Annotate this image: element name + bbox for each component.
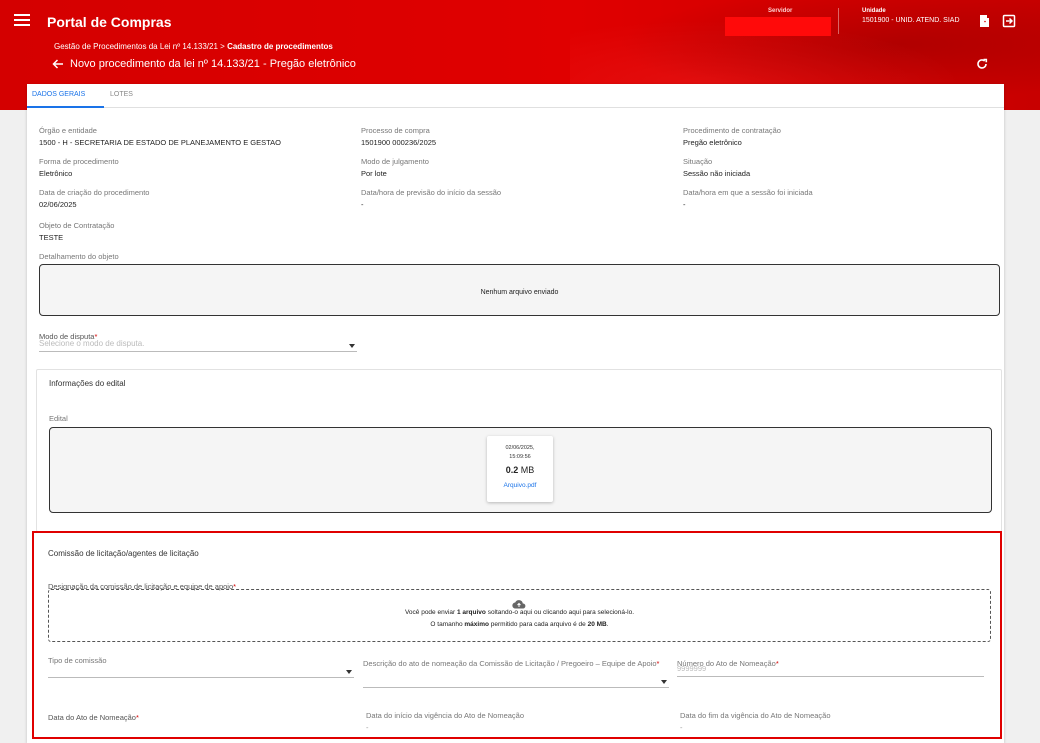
field-previsao-inicio: Data/hora de previsão do início da sessã… <box>361 188 501 209</box>
door-icon[interactable] <box>976 13 992 29</box>
page-title: Novo procedimento da lei nº 14.133/21 - … <box>70 58 356 70</box>
field-label: Situação <box>683 157 713 166</box>
field-situacao: Situação Sessão não iniciada <box>683 157 750 178</box>
caret-down-icon <box>349 344 355 348</box>
field-label: Forma de procedimento <box>39 157 119 166</box>
tab-bar: DADOS GERAIS LOTES <box>27 84 1004 108</box>
field-value: 1500 - H - SECRETARIA DE ESTADO DE PLANE… <box>39 138 282 147</box>
field-value: 1501900 000236/2025 <box>361 138 437 147</box>
breadcrumb-parent[interactable]: Gestão de Procedimentos da Lei nº 14.133… <box>54 42 225 51</box>
field-processo: Processo de compra 1501900 000236/2025 <box>361 126 436 147</box>
field-label: Processo de compra <box>361 126 430 135</box>
field-label: Data de criação do procedimento <box>39 188 150 197</box>
edital-label: Edital <box>49 414 68 423</box>
field-value: Pregão eletrônico <box>683 138 742 147</box>
modo-disputa-select[interactable]: Selecione o modo de disputa. <box>39 339 357 352</box>
dropzone-empty-text: Nenhum arquivo enviado <box>480 289 559 296</box>
field-value: TESTE <box>39 233 64 242</box>
field-label: Órgão e entidade <box>39 126 97 135</box>
logout-icon[interactable] <box>1001 13 1017 29</box>
edital-section: Informações do edital Edital 02/06/2025,… <box>36 369 1002 532</box>
field-label: Data/hora em que a sessão foi iniciada <box>683 188 813 197</box>
arrow-back-icon[interactable] <box>51 57 65 71</box>
breadcrumb: Gestão de Procedimentos da Lei nº 14.133… <box>54 42 333 51</box>
field-value: Por lote <box>361 169 387 178</box>
unit-value: 1501900 - UNID. ATEND. SIAD <box>862 17 960 24</box>
field-value: - <box>683 200 686 209</box>
field-orgao: Órgão e entidade 1500 - H - SECRETARIA D… <box>39 126 281 147</box>
select-placeholder: Selecione o modo de disputa. <box>39 339 145 348</box>
header-divider <box>838 8 839 34</box>
field-value: Sessão não iniciada <box>683 169 751 178</box>
menu-icon[interactable] <box>14 14 30 28</box>
active-tab-indicator <box>27 106 104 108</box>
field-label: Modo de julgamento <box>361 157 429 166</box>
field-sessao-iniciada: Data/hora em que a sessão foi iniciada - <box>683 188 813 209</box>
app-title[interactable]: Portal de Compras <box>47 14 171 30</box>
field-label: Detalhamento do objeto <box>39 252 119 261</box>
server-label: Servidor <box>768 8 793 14</box>
field-label: Data/hora de previsão do início da sessã… <box>361 188 502 197</box>
detalhamento-dropzone[interactable]: Nenhum arquivo enviado <box>39 264 1000 316</box>
field-forma: Forma de procedimento Eletrônico <box>39 157 119 178</box>
file-card[interactable]: 02/06/2025, 15:09:56 0.2 MB Arquivo.pdf <box>487 436 553 502</box>
field-procedimento: Procedimento de contratação Pregão eletr… <box>683 126 781 147</box>
edital-dropzone[interactable]: 02/06/2025, 15:09:56 0.2 MB Arquivo.pdf <box>49 427 992 513</box>
field-modo-julgamento: Modo de julgamento Por lote <box>361 157 429 178</box>
breadcrumb-current: Cadastro de procedimentos <box>227 42 333 51</box>
unit-label: Unidade <box>862 8 886 14</box>
highlight-annotation <box>32 531 1002 739</box>
field-data-criacao: Data de criação do procedimento 02/06/20… <box>39 188 149 209</box>
tab-lotes[interactable]: LOTES <box>110 91 133 98</box>
field-objeto: Objeto de Contratação TESTE <box>39 221 114 242</box>
field-detalhamento: Detalhamento do objeto <box>39 252 119 261</box>
file-size: 0.2 MB <box>505 465 535 475</box>
file-name-link[interactable]: Arquivo.pdf <box>487 482 553 489</box>
field-value: Eletrônico <box>39 169 73 178</box>
file-date: 02/06/2025, 15:09:56 <box>505 445 535 460</box>
field-value: - <box>361 200 364 209</box>
edital-section-title: Informações do edital <box>49 379 126 388</box>
field-label: Objeto de Contratação <box>39 221 115 230</box>
server-value-redacted <box>725 17 831 36</box>
refresh-icon[interactable] <box>975 57 991 73</box>
field-label: Procedimento de contratação <box>683 126 781 135</box>
tab-dados-gerais[interactable]: DADOS GERAIS <box>32 91 85 98</box>
field-value: 02/06/2025 <box>39 200 77 209</box>
